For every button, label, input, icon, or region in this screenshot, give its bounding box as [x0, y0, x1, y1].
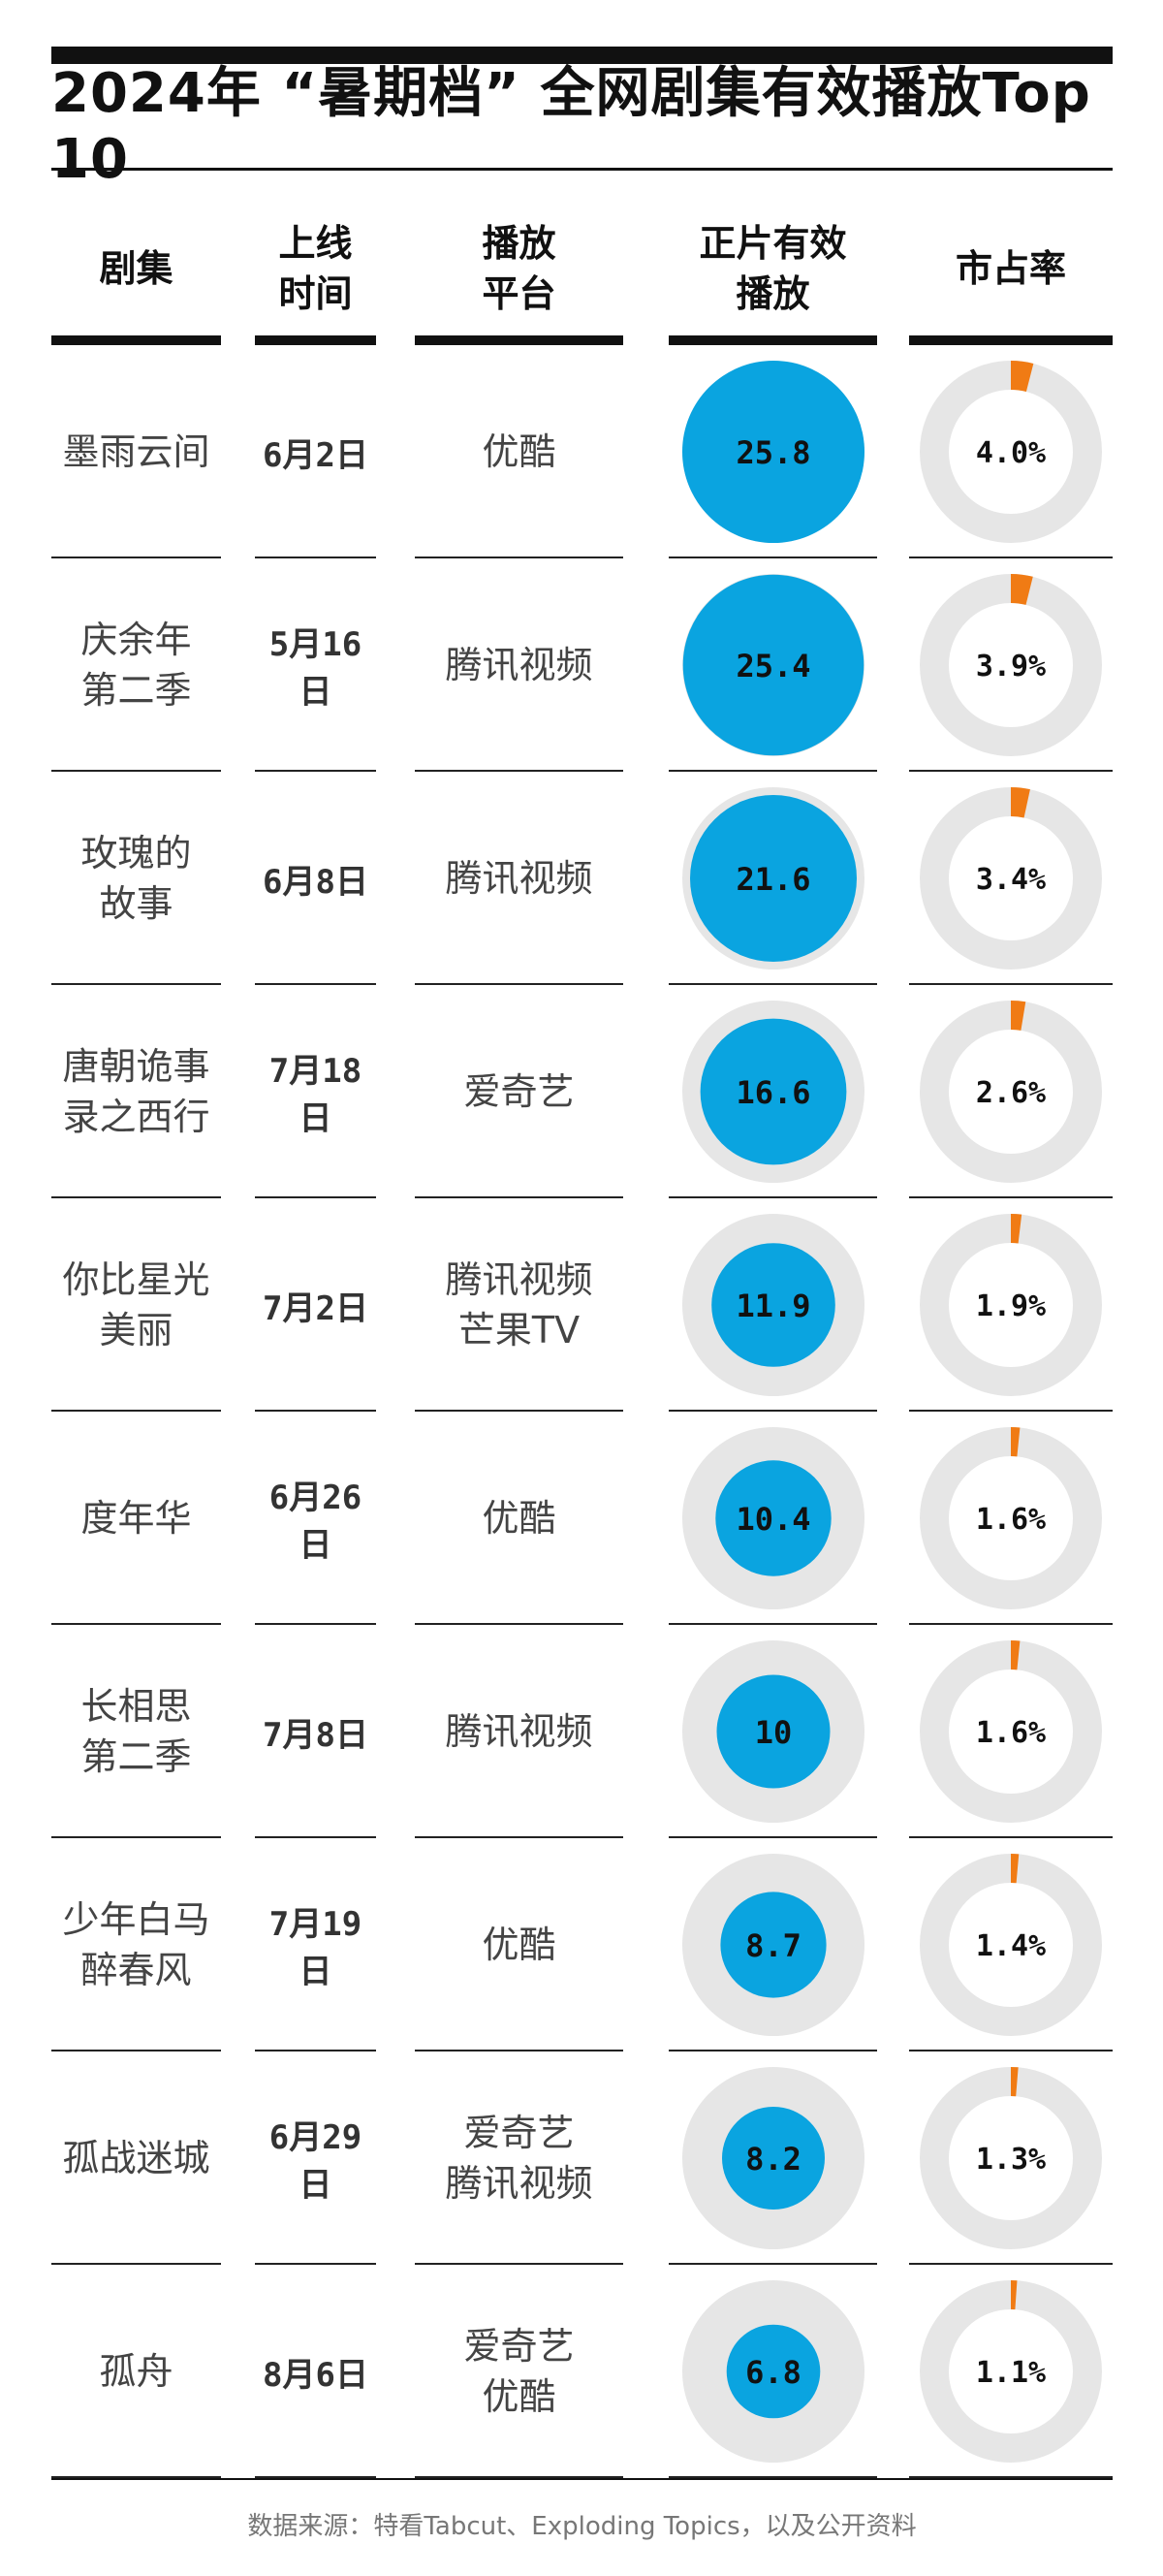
header-bar-views	[669, 335, 877, 345]
drama-name: 孤舟	[99, 2350, 173, 2393]
views-label: 8.7	[745, 1927, 802, 1964]
header-bar-platform	[415, 335, 623, 345]
share-donut-chart: 3.4%	[920, 787, 1102, 970]
views-label: 16.6	[736, 1074, 810, 1111]
launch-date: 7月8日	[263, 1715, 368, 1755]
share-label: 1.9%	[976, 1289, 1046, 1323]
share-donut-chart: 2.6%	[920, 1001, 1102, 1183]
launch-date: 6月26日	[268, 1479, 362, 1565]
views-bubble-chart: 8.2	[682, 2067, 864, 2249]
source-note: 数据来源：特看Tabcut、Exploding Topics，以及公开资料	[247, 2512, 917, 2541]
views-label: 6.8	[745, 2354, 802, 2391]
table-row: 唐朝诡事 录之西行 7月18日 爱奇艺 16.6 2.6%	[0, 985, 1163, 1198]
views-bubble-chart: 16.6	[682, 1001, 864, 1183]
platform-name: 腾讯视频	[445, 857, 593, 900]
share-donut-chart: 1.6%	[920, 1640, 1102, 1823]
share-label: 2.6%	[976, 1076, 1046, 1110]
share-label: 1.6%	[976, 1503, 1046, 1537]
table-row: 少年白马 醉春风 7月19日 优酷 8.7 1.4%	[0, 1838, 1163, 2051]
drama-name: 你比星光 美丽	[62, 1258, 210, 1352]
launch-date: 7月19日	[268, 1905, 362, 1991]
platform-name: 优酷	[482, 430, 556, 473]
views-bubble-chart: 10.4	[682, 1427, 864, 1609]
platform-name: 优酷	[482, 1497, 556, 1540]
bottom-rule	[51, 2478, 1113, 2480]
views-label: 25.4	[736, 648, 810, 684]
platform-name: 腾讯视频	[445, 644, 593, 686]
drama-name: 玫瑰的 故事	[80, 832, 192, 925]
platform-name: 爱奇艺 优酷	[463, 2325, 575, 2418]
platform-name: 腾讯视频 芒果TV	[445, 1258, 593, 1352]
platform-name: 优酷	[482, 1924, 556, 1966]
table-row: 孤战迷城 6月29日 爱奇艺 腾讯视频 8.2 1.3%	[0, 2051, 1163, 2265]
drama-name: 长相思 第二季	[80, 1685, 192, 1778]
table-row: 度年华 6月26日 优酷 10.4 1.6%	[0, 1412, 1163, 1625]
header-bar-drama	[51, 335, 221, 345]
drama-name: 少年白马 醉春风	[62, 1898, 210, 1991]
share-donut-chart: 4.0%	[920, 361, 1102, 543]
chart-title: 2024年 “暑期档” 全网剧集有效播放Top 10	[51, 62, 1091, 191]
drama-name: 庆余年 第二季	[80, 619, 192, 712]
launch-date: 8月6日	[263, 2355, 368, 2395]
share-label: 1.6%	[976, 1716, 1046, 1750]
drama-name: 度年华	[80, 1497, 192, 1540]
views-label: 25.8	[736, 434, 810, 471]
views-label: 8.2	[745, 2141, 802, 2178]
views-bubble-chart: 11.9	[682, 1214, 864, 1396]
share-label: 1.4%	[976, 1929, 1046, 1963]
launch-date: 7月2日	[263, 1288, 368, 1328]
header-bar-share	[909, 335, 1113, 345]
table-row: 你比星光 美丽 7月2日 腾讯视频 芒果TV 11.9 1.9%	[0, 1198, 1163, 1412]
launch-date: 6月8日	[263, 862, 368, 902]
share-donut-chart: 1.1%	[920, 2280, 1102, 2463]
views-bubble-chart: 8.7	[682, 1854, 864, 2036]
launch-date: 6月2日	[263, 435, 368, 475]
share-label: 1.3%	[976, 2143, 1046, 2177]
drama-name: 唐朝诡事 录之西行	[62, 1045, 210, 1138]
title-rule	[51, 168, 1113, 171]
header-launch: 上线 时间	[278, 222, 353, 315]
share-donut-chart: 1.3%	[920, 2067, 1102, 2249]
table-row: 孤舟 8月6日 爱奇艺 优酷 6.8 1.1%	[0, 2265, 1163, 2478]
views-bubble-chart: 6.8	[682, 2280, 864, 2463]
header-share: 市占率	[955, 247, 1066, 290]
views-label: 11.9	[736, 1288, 810, 1324]
table-row: 长相思 第二季 7月8日 腾讯视频 10 1.6%	[0, 1625, 1163, 1838]
table-row: 玫瑰的 故事 6月8日 腾讯视频 21.6 3.4%	[0, 772, 1163, 985]
platform-name: 腾讯视频	[445, 1710, 593, 1753]
share-donut-chart: 1.4%	[920, 1854, 1102, 2036]
platform-name: 爱奇艺 腾讯视频	[445, 2112, 593, 2205]
share-label: 4.0%	[976, 436, 1046, 470]
share-label: 3.9%	[976, 650, 1046, 684]
views-label: 10.4	[736, 1501, 810, 1538]
drama-name: 墨雨云间	[62, 430, 210, 473]
drama-name: 孤战迷城	[62, 2137, 210, 2179]
launch-date: 6月29日	[268, 2118, 362, 2205]
share-donut-chart: 1.6%	[920, 1427, 1102, 1609]
share-donut-chart: 3.9%	[920, 574, 1102, 756]
table-row: 庆余年 第二季 5月16日 腾讯视频 25.4 3.9%	[0, 558, 1163, 772]
header-platform: 播放 平台	[482, 222, 556, 315]
views-label: 21.6	[736, 861, 810, 898]
platform-name: 爱奇艺	[463, 1070, 575, 1113]
views-label: 10	[755, 1714, 793, 1751]
header-drama: 剧集	[99, 247, 173, 290]
share-donut-chart: 1.9%	[920, 1214, 1102, 1396]
header-bar-launch	[255, 335, 376, 345]
table-row: 墨雨云间 6月2日 优酷 25.8 4.0%	[0, 345, 1163, 558]
views-bubble-chart: 25.4	[682, 574, 864, 756]
header-views: 正片有效 播放	[699, 222, 847, 315]
views-bubble-chart: 21.6	[682, 787, 864, 970]
views-bubble-chart: 25.8	[682, 361, 864, 543]
views-bubble-chart: 10	[682, 1640, 864, 1823]
share-label: 1.1%	[976, 2356, 1046, 2390]
launch-date: 7月18日	[268, 1052, 362, 1138]
launch-date: 5月16日	[268, 625, 362, 712]
share-label: 3.4%	[976, 863, 1046, 897]
